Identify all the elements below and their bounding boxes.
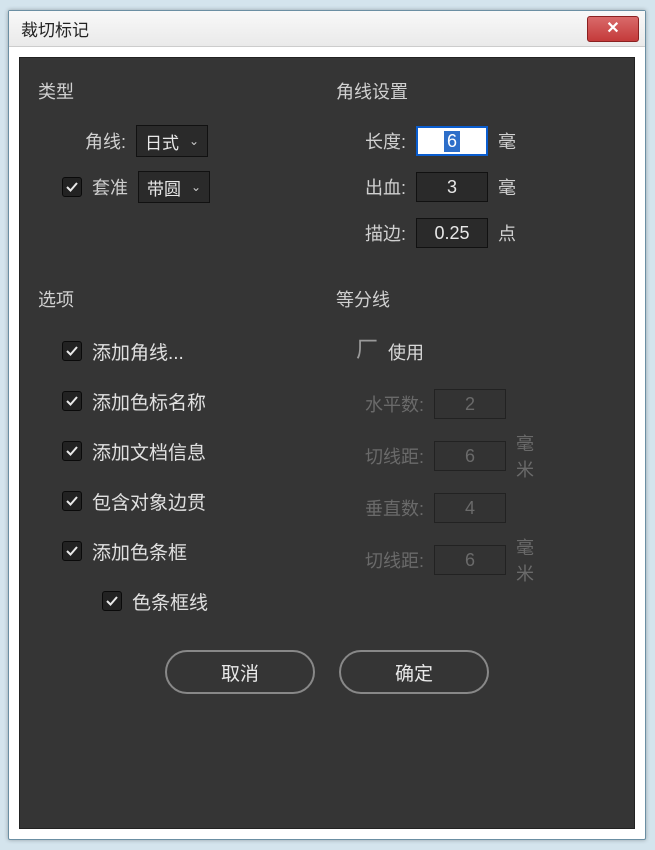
option-row: 添加角线... (38, 326, 318, 376)
register-checkbox[interactable] (62, 177, 82, 197)
option-checkbox[interactable] (62, 541, 82, 561)
divider-title: 等分线 (336, 286, 616, 312)
use-label: 使用 (388, 339, 424, 365)
vcount-label: 垂直数: (336, 495, 424, 521)
option-checkbox[interactable] (62, 391, 82, 411)
check-icon (65, 344, 79, 358)
vgap-input: 6 (434, 545, 506, 575)
option-label: 添加角线... (92, 338, 184, 365)
check-icon (105, 594, 119, 608)
option-label: 添加色条框 (92, 538, 187, 565)
bleed-label: 出血: (336, 174, 406, 200)
use-checkbox[interactable]: 厂 (356, 342, 378, 362)
register-value: 带圆 (147, 175, 181, 200)
hgap-input: 6 (434, 441, 506, 471)
length-unit: 毫 (498, 128, 526, 154)
option-label: 添加色标名称 (92, 388, 206, 415)
corner-style-dropdown[interactable]: 日式 ⌄ (136, 125, 208, 157)
divider-group: 等分线 厂 使用 水平数: 2 切线距: 6 毫米 垂直数: 4 (336, 286, 616, 626)
ok-button[interactable]: 确定 (339, 650, 489, 694)
option-checkbox[interactable] (62, 491, 82, 511)
type-group-title: 类型 (38, 78, 318, 104)
check-icon (65, 394, 79, 408)
options-group: 选项 添加角线... 添加色标名称添加文档信息包含对象边贯添加色条框色条框线 (38, 286, 318, 626)
stroke-input[interactable]: 0.25 (416, 218, 488, 248)
corner-style-label: 角线: (62, 128, 126, 154)
options-title: 选项 (38, 286, 318, 312)
close-icon: ✕ (606, 21, 619, 37)
button-bar: 取消 确定 (38, 650, 616, 694)
check-icon (65, 544, 79, 558)
stroke-unit: 点 (498, 220, 526, 246)
bleed-input[interactable]: 3 (416, 172, 488, 202)
dialog-window: 裁切标记 ✕ 类型 角线: 日式 ⌄ 套准 (8, 10, 646, 840)
option-row: 添加文档信息 (38, 426, 318, 476)
check-icon (65, 494, 79, 508)
window-title: 裁切标记 (21, 16, 89, 41)
type-group: 类型 角线: 日式 ⌄ 套准 带圆 ⌄ (38, 78, 318, 256)
corner-settings-title: 角线设置 (336, 78, 616, 104)
register-label: 套准 (92, 174, 128, 200)
vcount-input: 4 (434, 493, 506, 523)
option-row: 添加色标名称 (38, 376, 318, 426)
check-icon (65, 180, 79, 194)
register-dropdown[interactable]: 带圆 ⌄ (138, 171, 210, 203)
option-row: 添加色条框 (38, 526, 318, 576)
close-button[interactable]: ✕ (587, 16, 639, 42)
chevron-down-icon: ⌄ (189, 134, 199, 148)
hgap-label: 切线距: (336, 443, 424, 469)
option-checkbox[interactable] (62, 441, 82, 461)
option-checkbox[interactable] (102, 591, 122, 611)
hcount-label: 水平数: (336, 391, 424, 417)
titlebar[interactable]: 裁切标记 ✕ (9, 11, 645, 47)
hgap-unit: 毫米 (516, 430, 544, 482)
vgap-label: 切线距: (336, 547, 424, 573)
bottom-columns: 选项 添加角线... 添加色标名称添加文档信息包含对象边贯添加色条框色条框线 等分… (38, 286, 616, 626)
hcount-input: 2 (434, 389, 506, 419)
option-checkbox[interactable] (62, 341, 82, 361)
corner-style-value: 日式 (145, 129, 179, 154)
length-label: 长度: (336, 128, 406, 154)
cancel-button[interactable]: 取消 (165, 650, 315, 694)
bleed-unit: 毫 (498, 174, 526, 200)
option-row: 包含对象边贯 (38, 476, 318, 526)
stroke-label: 描边: (336, 220, 406, 246)
option-row: 色条框线 (38, 576, 318, 626)
check-icon (65, 444, 79, 458)
option-label: 色条框线 (132, 588, 208, 615)
length-input[interactable]: 6 (416, 126, 488, 156)
corner-settings-group: 角线设置 长度: 6 毫 出血: 3 毫 描边: 0.25 点 (336, 78, 616, 256)
option-label: 添加文档信息 (92, 438, 206, 465)
dialog-content: 类型 角线: 日式 ⌄ 套准 带圆 ⌄ (19, 57, 635, 829)
option-label: 包含对象边贯 (92, 488, 206, 515)
vgap-unit: 毫米 (516, 534, 544, 586)
chevron-down-icon: ⌄ (191, 180, 201, 194)
top-columns: 类型 角线: 日式 ⌄ 套准 带圆 ⌄ (38, 78, 616, 256)
